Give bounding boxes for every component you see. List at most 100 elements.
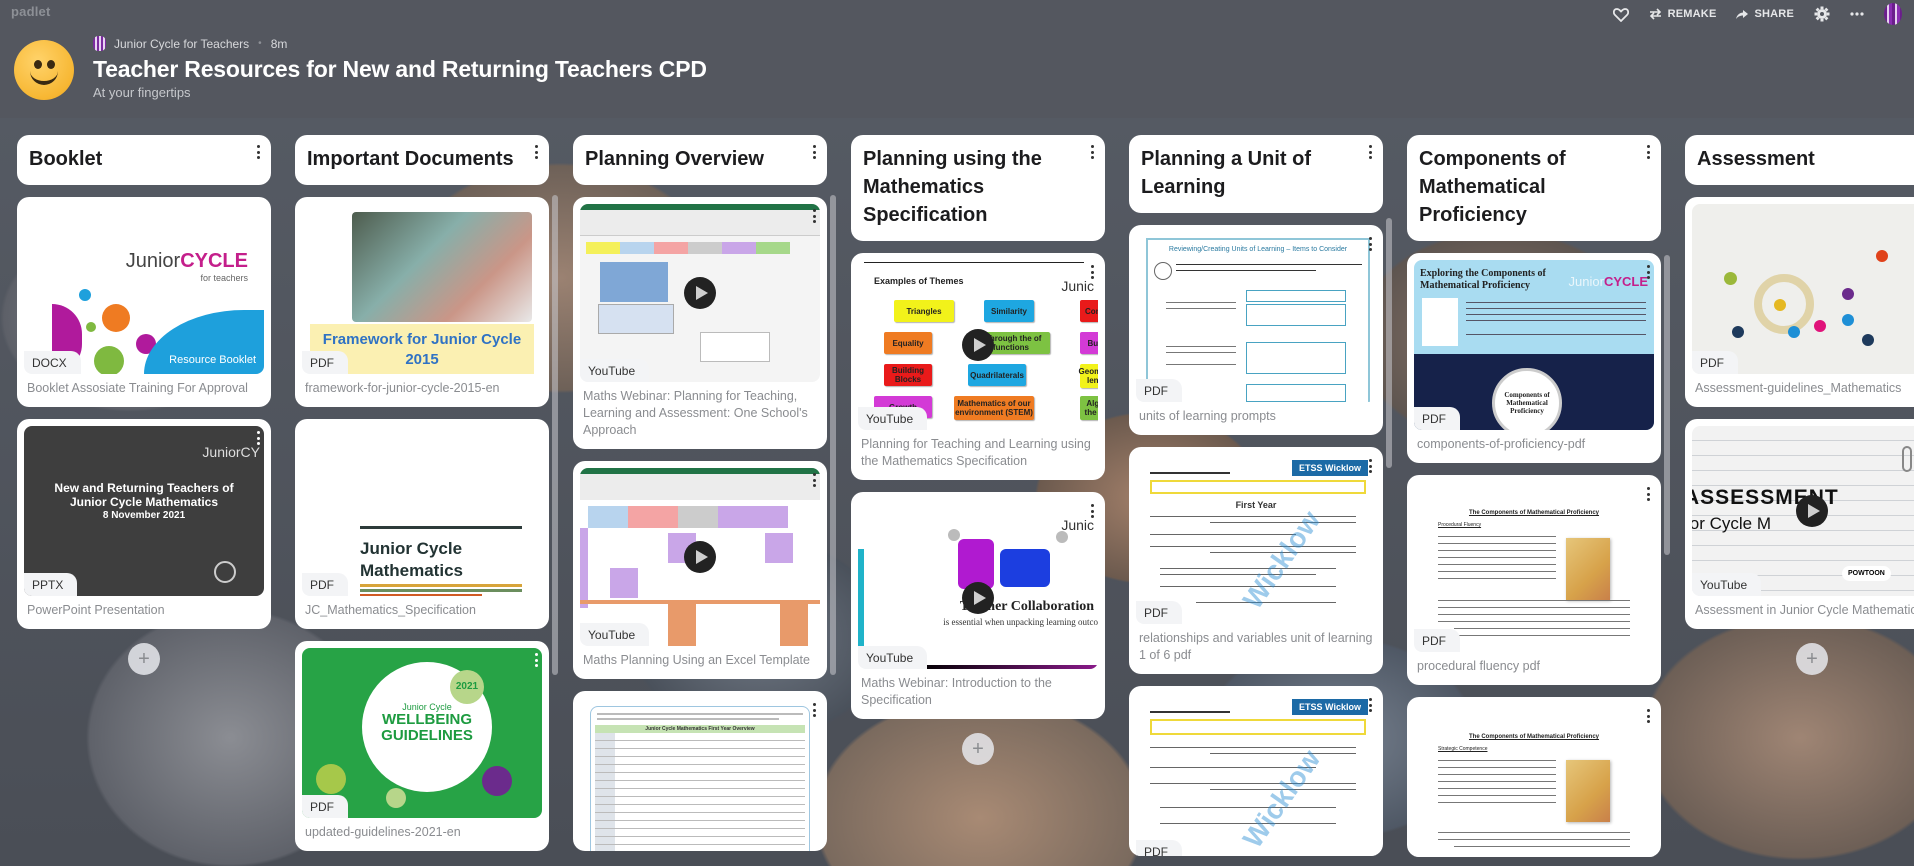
- author-name[interactable]: Junior Cycle for Teachers: [114, 37, 249, 51]
- heart-icon: [1612, 7, 1629, 22]
- remake-button[interactable]: REMAKE: [1649, 8, 1717, 20]
- gear-icon: [1814, 6, 1830, 22]
- post-menu-icon[interactable]: [1365, 696, 1375, 714]
- attachment-preview[interactable]: The Components of Mathematical Proficien…: [1414, 482, 1654, 652]
- column-header[interactable]: Assessment: [1685, 135, 1914, 185]
- add-post-button[interactable]: +: [128, 643, 160, 675]
- post-card[interactable]: Examples of Themes Junic Triangles Simil…: [851, 253, 1105, 480]
- attachment-preview[interactable]: Junior Cycle Mathematics First Year Over…: [590, 706, 810, 851]
- column-header[interactable]: Planning a Unit of Learning: [1129, 135, 1383, 213]
- column-planning-unit: Planning a Unit of Learning Reviewing/Cr…: [1129, 135, 1383, 856]
- post-menu-icon[interactable]: [253, 429, 263, 447]
- attachment-preview[interactable]: JuniorCYCLE for teachers Resource Booklet…: [24, 204, 264, 374]
- user-avatar[interactable]: [1884, 3, 1902, 25]
- attachment-preview[interactable]: The Components of Mathematical Proficien…: [1414, 704, 1654, 857]
- attachment-preview[interactable]: Framework for Junior Cycle 2015 PDF: [302, 204, 542, 374]
- file-type-badge: PDF: [302, 573, 348, 596]
- post-card[interactable]: The Components of Mathematical Proficien…: [1407, 475, 1661, 685]
- ellipsis-icon: [1850, 12, 1864, 16]
- column-scrollbar[interactable]: [1664, 255, 1670, 555]
- post-menu-icon[interactable]: [531, 651, 541, 669]
- play-icon[interactable]: [962, 581, 994, 614]
- attachment-preview[interactable]: Examples of Themes Junic Triangles Simil…: [858, 260, 1098, 430]
- post-menu-icon[interactable]: [1087, 502, 1097, 520]
- post-card[interactable]: Reviewing/Creating Units of Learning – I…: [1129, 225, 1383, 435]
- post-card[interactable]: Junior Cycle Mathematics First Year Over…: [573, 691, 827, 851]
- add-post-button[interactable]: +: [962, 733, 994, 765]
- post-menu-icon[interactable]: [1643, 485, 1653, 503]
- post-menu-icon[interactable]: [809, 471, 819, 489]
- post-menu-icon[interactable]: [1643, 707, 1653, 725]
- post-card[interactable]: PDF Assessment-guidelines_Mathematics: [1685, 197, 1914, 407]
- post-menu-icon[interactable]: [1365, 457, 1375, 475]
- column-menu-icon[interactable]: [1365, 143, 1375, 161]
- attachment-preview[interactable]: Reviewing/Creating Units of Learning – I…: [1136, 232, 1376, 402]
- play-icon[interactable]: [1796, 495, 1828, 527]
- post-card[interactable]: JuniorCY New and Returning Teachers of J…: [17, 419, 271, 629]
- post-card[interactable]: YouTube Maths Planning Using an Excel Te…: [573, 461, 827, 679]
- file-type-badge: PDF: [1136, 601, 1182, 624]
- post-menu-icon[interactable]: [809, 207, 819, 225]
- post-card[interactable]: Junior Cycle Mathematics PDF JC_Mathemati…: [295, 419, 549, 629]
- attachment-preview[interactable]: Junior Cycle Mathematics PDF: [302, 426, 542, 596]
- attachment-preview[interactable]: Junior Cycle WELLBEING GUIDELINES 2021 P…: [302, 648, 542, 818]
- column-scrollbar[interactable]: [1386, 218, 1392, 468]
- post-menu-icon[interactable]: [1365, 235, 1375, 253]
- column-header[interactable]: Planning Overview: [573, 135, 827, 185]
- column-header[interactable]: Important Documents: [295, 135, 549, 185]
- attachment-preview[interactable]: Junic Teacher Collaboration is essential…: [858, 499, 1098, 669]
- column-components-proficiency: Components of Mathematical Proficiency E…: [1407, 135, 1661, 857]
- column-header[interactable]: Planning using the Mathematics Specifica…: [851, 135, 1105, 241]
- column-menu-icon[interactable]: [809, 143, 819, 161]
- padlet-icon-smiley: [14, 40, 74, 100]
- file-type-badge: YouTube: [580, 623, 650, 646]
- post-menu-icon[interactable]: [809, 701, 819, 719]
- post-card[interactable]: ETSS Wicklow First Year Wicklow PDF rela…: [1129, 447, 1383, 674]
- attachment-preview[interactable]: ETSS Wicklow First Year Wicklow PDF: [1136, 454, 1376, 624]
- attachment-preview[interactable]: ETSS Wicklow Wicklow PDF: [1136, 693, 1376, 856]
- attachment-preview[interactable]: ASSESSMENT ior Cycle M POWTOON YouTube: [1692, 426, 1914, 596]
- attachment-preview[interactable]: YouTube: [580, 204, 820, 382]
- post-caption: framework-for-junior-cycle-2015-en: [305, 381, 500, 395]
- attachment-preview[interactable]: JuniorCY New and Returning Teachers of J…: [24, 426, 264, 596]
- post-caption: Booklet Assosiate Training For Approval: [27, 381, 248, 395]
- padlet-logo[interactable]: padlet: [11, 4, 50, 19]
- column-scrollbar[interactable]: [552, 195, 558, 675]
- remake-icon: [1649, 8, 1661, 20]
- attachment-preview[interactable]: YouTube: [580, 468, 820, 646]
- post-card[interactable]: Junic Teacher Collaboration is essential…: [851, 492, 1105, 719]
- post-card[interactable]: YouTube Maths Webinar: Planning for Teac…: [573, 197, 827, 449]
- column-assessment: Assessment PDF Assessment-guidelines_Mat…: [1685, 135, 1914, 675]
- play-icon[interactable]: [684, 541, 716, 573]
- share-label: SHARE: [1754, 8, 1794, 20]
- column-menu-icon[interactable]: [253, 143, 263, 161]
- file-type-badge: PDF: [1136, 840, 1182, 856]
- share-button[interactable]: SHARE: [1736, 8, 1794, 20]
- post-menu-icon[interactable]: [1643, 263, 1653, 281]
- column-menu-icon[interactable]: [1087, 143, 1097, 161]
- post-card[interactable]: The Components of Mathematical Proficien…: [1407, 697, 1661, 857]
- column-header[interactable]: Components of Mathematical Proficiency: [1407, 135, 1661, 241]
- post-card[interactable]: ETSS Wicklow Wicklow PDF: [1129, 686, 1383, 856]
- like-button[interactable]: [1612, 7, 1629, 22]
- column-planning-overview: Planning Overview YouTube Maths Webinar:…: [573, 135, 827, 851]
- post-card[interactable]: Junior Cycle WELLBEING GUIDELINES 2021 P…: [295, 641, 549, 851]
- more-options-button[interactable]: [1850, 12, 1864, 16]
- post-card[interactable]: Framework for Junior Cycle 2015 PDF fram…: [295, 197, 549, 407]
- column-menu-icon[interactable]: [531, 143, 541, 161]
- post-card[interactable]: Exploring the Components of Mathematical …: [1407, 253, 1661, 463]
- add-post-button[interactable]: +: [1796, 643, 1828, 675]
- play-icon[interactable]: [962, 329, 994, 361]
- post-menu-icon[interactable]: [1087, 263, 1097, 281]
- column-menu-icon[interactable]: [1643, 143, 1653, 161]
- column-booklet: Booklet JuniorCYCLE for teachers Resource…: [17, 135, 271, 675]
- attachment-preview[interactable]: PDF: [1692, 204, 1914, 374]
- column-header[interactable]: Booklet: [17, 135, 271, 185]
- attachment-preview[interactable]: Exploring the Components of Mathematical …: [1414, 260, 1654, 430]
- play-icon[interactable]: [684, 277, 716, 309]
- post-card[interactable]: ASSESSMENT ior Cycle M POWTOON YouTube A…: [1685, 419, 1914, 629]
- file-type-badge: PDF: [1414, 407, 1460, 430]
- post-card[interactable]: JuniorCYCLE for teachers Resource Booklet…: [17, 197, 271, 407]
- column-scrollbar[interactable]: [830, 195, 836, 675]
- settings-button[interactable]: [1814, 6, 1830, 22]
